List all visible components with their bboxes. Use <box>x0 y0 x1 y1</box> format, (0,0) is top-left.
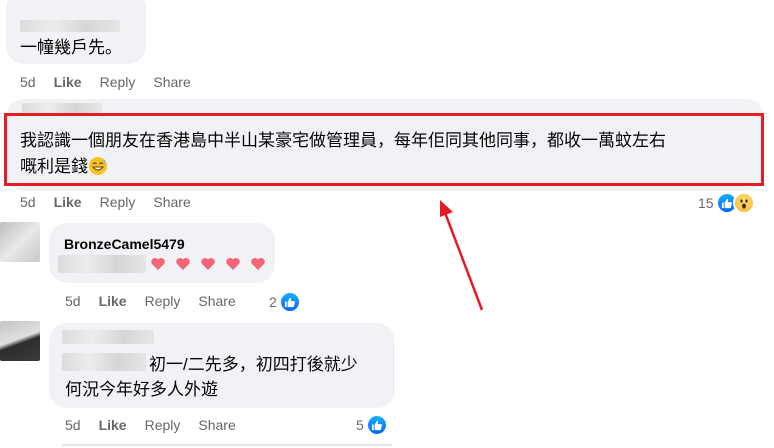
comment-text <box>58 255 275 273</box>
divider <box>62 444 392 446</box>
reaction-summary[interactable]: 15 <box>698 192 755 214</box>
like-icon <box>365 414 388 436</box>
author-name-blurred <box>62 330 154 344</box>
like-button[interactable]: Like <box>54 194 82 210</box>
comment-text-line-1: 初一/二先多，初四打後就少 <box>149 355 358 374</box>
like-icon <box>278 291 301 313</box>
share-button[interactable]: Share <box>198 293 235 309</box>
timestamp[interactable]: 5d <box>20 194 36 210</box>
avatar[interactable] <box>0 222 40 262</box>
reaction-count: 5 <box>356 417 364 433</box>
blurred-text <box>58 255 146 273</box>
reaction-count: 15 <box>698 195 714 211</box>
author-name[interactable]: BronzeCamel5479 <box>64 236 185 252</box>
comment-text: 一幢幾戶先。 <box>20 38 122 57</box>
author-name-blurred <box>20 20 120 32</box>
like-button[interactable]: Like <box>99 417 127 433</box>
like-button[interactable]: Like <box>54 74 82 90</box>
comment-text-line-2: 嘅利是錢 <box>20 155 108 183</box>
comment-actions: 5d Like Reply Share <box>65 417 254 433</box>
reply-button[interactable]: Reply <box>100 74 136 90</box>
heart-icon <box>150 255 275 273</box>
arrow-head <box>440 200 453 217</box>
grinning-sweat-icon <box>88 156 108 183</box>
comment-bubble <box>49 223 275 283</box>
blurred-text <box>62 353 146 371</box>
reaction-summary[interactable]: 2 <box>269 291 301 313</box>
comment-text-line-2-text: 嘅利是錢 <box>20 157 88 176</box>
wow-icon <box>732 192 755 214</box>
comment-actions: 5d Like Reply Share <box>20 194 209 210</box>
comment-actions: 5d Like Reply Share <box>20 74 209 90</box>
reaction-summary[interactable]: 5 <box>356 414 388 436</box>
timestamp[interactable]: 5d <box>65 293 81 309</box>
reply-button[interactable]: Reply <box>145 293 181 309</box>
share-button[interactable]: Share <box>198 417 235 433</box>
comment-text-line-2: 何況今年好多人外遊 <box>65 380 218 399</box>
timestamp[interactable]: 5d <box>20 74 36 90</box>
author-name-blurred <box>22 103 102 113</box>
comment-actions: 5d Like Reply Share <box>65 293 254 309</box>
comment-text-line-1: 我認識一個朋友在香港島中半山某豪宅做管理員，每年佢同其他同事，都收一萬蚊左右 <box>20 131 666 150</box>
avatar[interactable] <box>0 321 40 361</box>
reaction-count: 2 <box>269 294 277 310</box>
like-button[interactable]: Like <box>99 293 127 309</box>
share-button[interactable]: Share <box>153 74 190 90</box>
annotation-arrow <box>440 200 484 311</box>
arrow-shaft <box>442 209 484 311</box>
timestamp[interactable]: 5d <box>65 417 81 433</box>
reply-button[interactable]: Reply <box>100 194 136 210</box>
reply-button[interactable]: Reply <box>145 417 181 433</box>
share-button[interactable]: Share <box>153 194 190 210</box>
